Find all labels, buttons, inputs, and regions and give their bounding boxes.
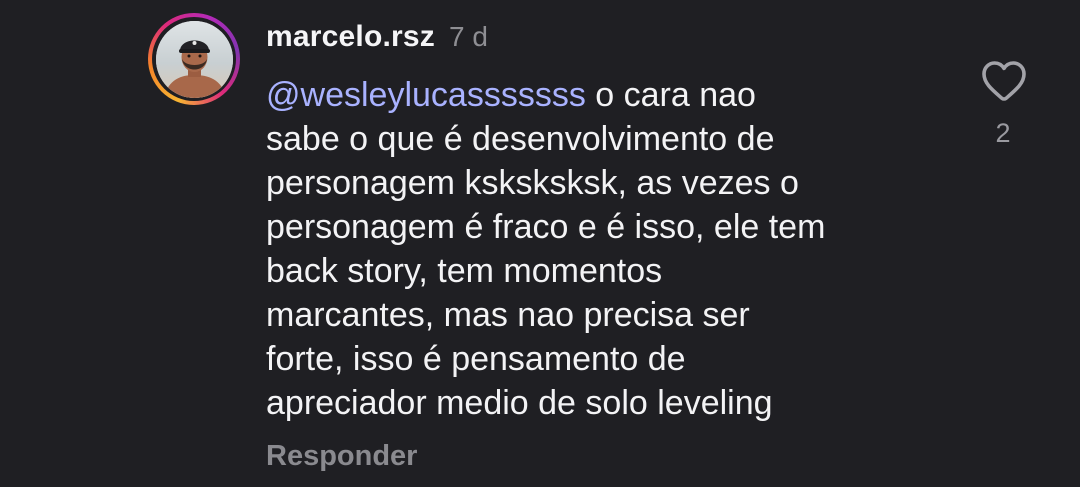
avatar-gap	[152, 17, 236, 101]
timestamp: 7 d	[448, 21, 488, 52]
comment-line-1-rest: o cara nao	[585, 76, 756, 114]
comment-line-1: @wesleylucasssssss o cara nao	[266, 73, 946, 117]
comment-line-8: apreciador medio de solo leveling	[266, 384, 773, 422]
comment-line-7: forte, isso é pensamento de	[266, 340, 686, 378]
comment-text: @wesleylucasssssss o cara nao sabe o que…	[266, 73, 946, 425]
story-ring[interactable]	[148, 13, 240, 105]
comment-line-4: personagem é fraco e é isso, ele tem	[266, 208, 826, 246]
comment-line-3: personagem ksksksksk, as vezes o	[266, 164, 799, 202]
comment-item: marcelo.rsz 7 d @wesleylucasssssss o car…	[0, 0, 1080, 487]
mention-link[interactable]: @wesleylucasssssss	[266, 76, 586, 114]
comment-line-5: back story, tem momentos	[266, 252, 663, 290]
comment-header: marcelo.rsz 7 d	[266, 20, 488, 60]
like-count: 2	[995, 118, 1011, 148]
username[interactable]: marcelo.rsz	[266, 20, 435, 54]
heart-outline-icon[interactable]	[980, 57, 1028, 103]
reply-button[interactable]: Responder	[266, 440, 417, 473]
avatar-photo	[155, 20, 233, 98]
comment-line-2: sabe o que é desenvolvimento de	[266, 120, 775, 158]
comment-line-6: marcantes, mas nao precisa ser	[266, 296, 750, 334]
avatar[interactable]	[155, 20, 233, 98]
